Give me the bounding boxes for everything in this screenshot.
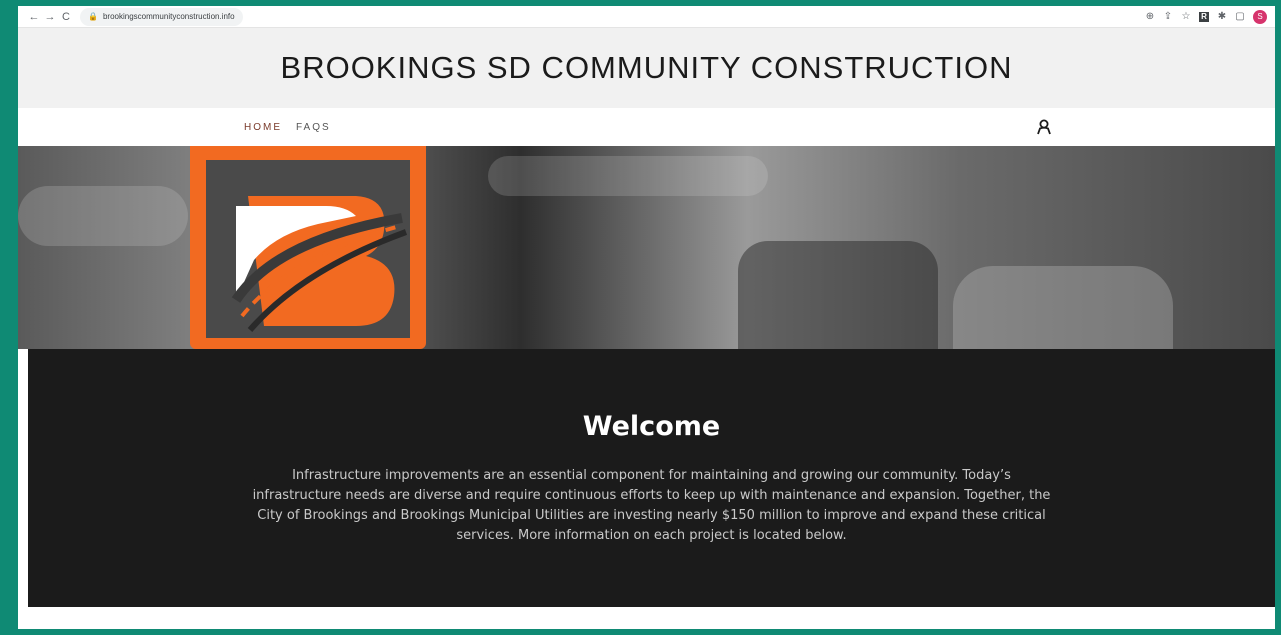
- nav-home-link[interactable]: HOME: [244, 122, 282, 133]
- construction-barrel-shape: [738, 241, 938, 349]
- site-nav: HOME FAQS: [18, 108, 1275, 146]
- site-title[interactable]: BROOKINGS SD COMMUNITY CONSTRUCTION: [281, 50, 1013, 86]
- lock-icon: 🔒: [88, 12, 98, 21]
- address-url: brookingscommunityconstruction.info: [102, 12, 235, 21]
- side-panel-icon[interactable]: ▢: [1231, 11, 1249, 22]
- bookmark-star-icon[interactable]: ☆: [1177, 11, 1195, 22]
- extension-icon[interactable]: R: [1199, 11, 1209, 22]
- hero-banner: [18, 146, 1275, 349]
- share-icon[interactable]: ⇪: [1159, 11, 1177, 22]
- brookings-logo: [190, 146, 426, 349]
- forward-arrow-icon[interactable]: →: [42, 11, 58, 23]
- screenshot-frame: ← → C 🔒 brookingscommunityconstruction.i…: [0, 0, 1281, 635]
- address-bar[interactable]: 🔒 brookingscommunityconstruction.info: [80, 7, 243, 26]
- site-header: BROOKINGS SD COMMUNITY CONSTRUCTION: [18, 28, 1275, 108]
- welcome-heading: Welcome: [582, 411, 721, 442]
- profile-avatar[interactable]: S: [1253, 9, 1267, 24]
- hero-bg-shape: [488, 156, 768, 196]
- hero-bg-shape: [18, 186, 188, 246]
- nav-faqs-link[interactable]: FAQS: [296, 122, 331, 133]
- construction-barrel-shape: [953, 266, 1173, 349]
- logo-inner-panel: [206, 160, 410, 338]
- browser-toolbar: ← → C 🔒 brookingscommunityconstruction.i…: [18, 6, 1275, 28]
- welcome-body-text: Infrastructure improvements are an essen…: [252, 468, 1051, 543]
- back-arrow-icon[interactable]: ←: [26, 11, 42, 23]
- welcome-section: Welcome Infrastructure improvements are …: [28, 349, 1275, 607]
- puzzle-icon[interactable]: ✱: [1213, 11, 1231, 22]
- install-app-icon[interactable]: ⊕: [1141, 11, 1159, 22]
- account-icon[interactable]: [1037, 119, 1051, 135]
- reload-icon[interactable]: C: [58, 11, 74, 23]
- logo-b-mark-icon: [231, 196, 408, 332]
